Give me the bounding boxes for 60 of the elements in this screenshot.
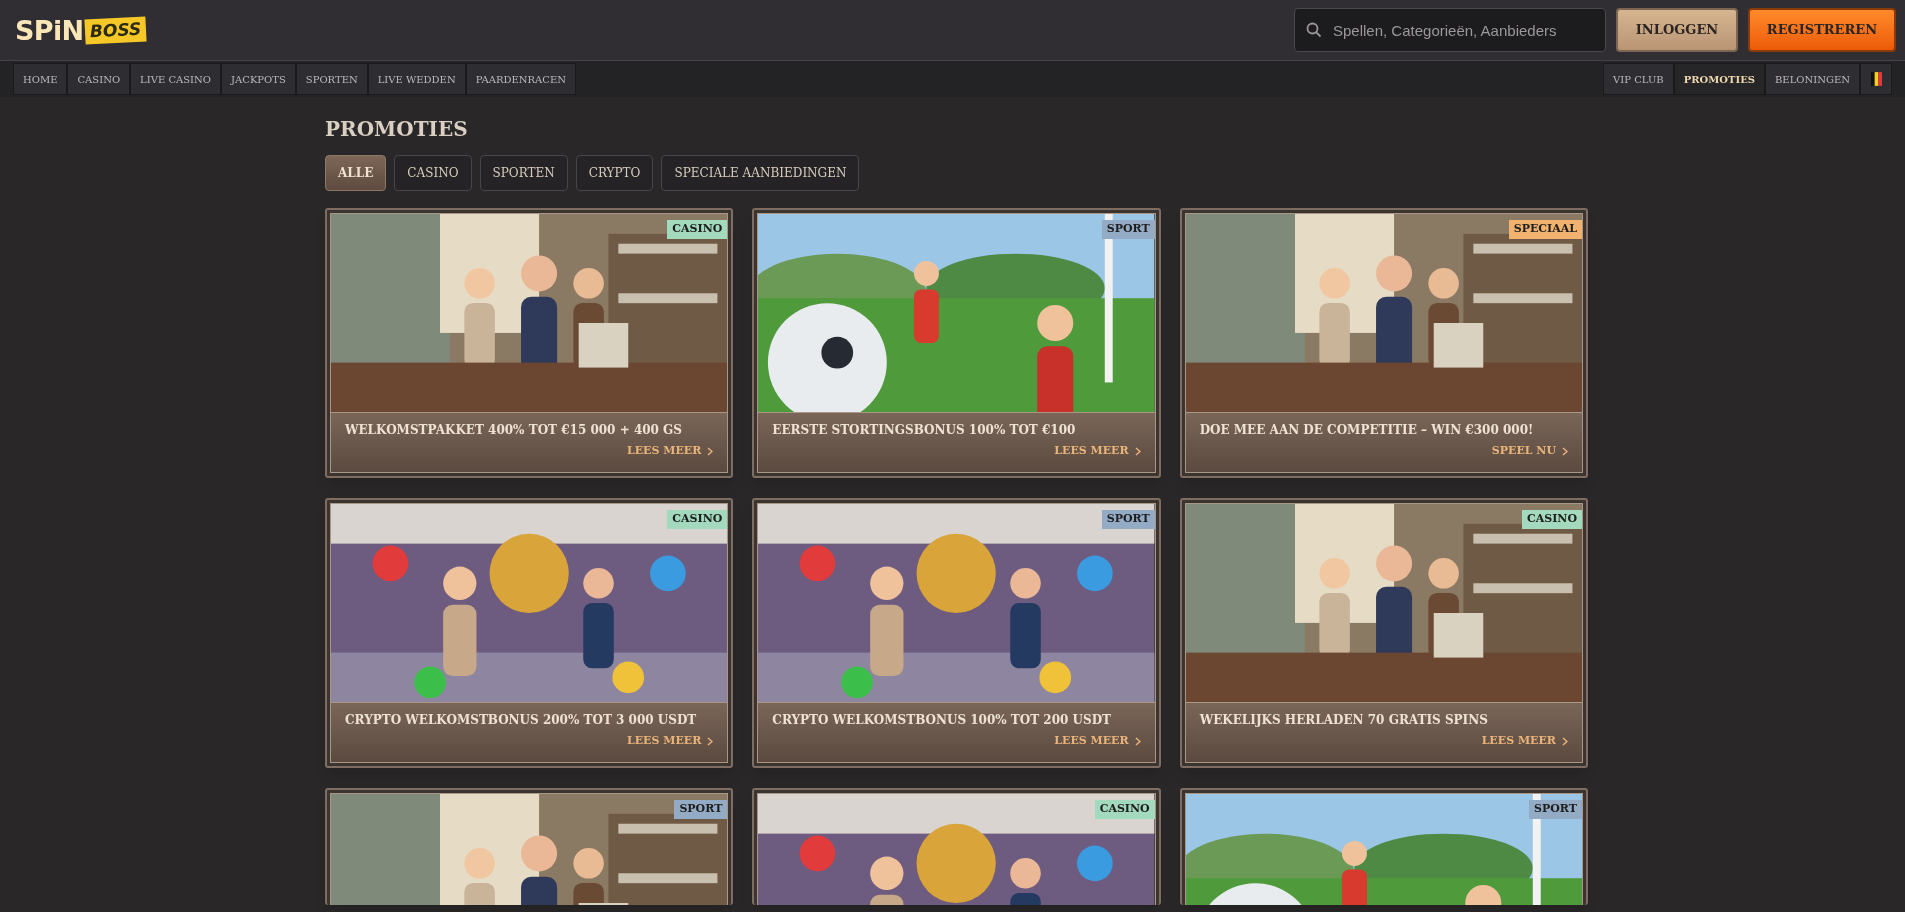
nav-link[interactable]: LIVE WEDDEN [367,63,466,95]
promo-card[interactable]: CASINO CRYPTO WELKOMSTBONUS 200% TOT 3 000 USDT LEES MEER [325,498,734,768]
category-tag: SPORT [1101,220,1155,239]
read-more-link[interactable]: LEES MEER [626,733,714,750]
nav-link[interactable]: LIVE CASINO [130,63,221,95]
category-tag: CASINO [1094,800,1155,819]
flag-icon [1870,72,1882,86]
category-tag: CASINO [667,510,728,529]
read-more-link[interactable]: LEES MEER [626,443,714,460]
nav-link[interactable]: PROMOTIES [1673,63,1765,95]
promo-title: WEKELIJKS HERLADEN 70 GRATIS SPINS [1199,712,1489,729]
nav-link[interactable]: SPORTEN [295,63,368,95]
promo-card[interactable]: SPORT [325,788,734,905]
promo-title: DOE MEE AAN DE COMPETITIE – WIN €300 000! [1199,422,1535,439]
read-more-link[interactable]: SPEEL NU [1491,443,1568,460]
category-tag: SPORT [1529,800,1582,819]
chevron-icon [1562,736,1568,746]
filter-tab[interactable]: CASINO [394,155,472,191]
page-title: PROMOTIES [325,116,469,142]
promo-title: WELKOMSTPAKKET 400% TOT €15 000 + 400 GS [345,422,684,439]
nav-link[interactable]: JACKPOTS [221,63,296,95]
header-button[interactable]: INLOGGEN [1616,8,1738,52]
nav-link[interactable]: BELONINGEN [1765,63,1860,95]
chevron-icon [1562,446,1568,456]
category-tag: SPECIAAL [1508,220,1582,239]
promo-card[interactable]: CASINO WELKOMSTPAKKET 400% TOT €15 000 + 400 GS LEES MEER [325,208,734,478]
chevron-icon [707,736,714,746]
read-more-link[interactable]: LEES MEER [1054,733,1141,750]
promo-card[interactable]: SPORT EERSTE STORTINGSBONUS 100% TOT €100 LEES MEER [752,208,1161,478]
nav-link[interactable]: HOME [13,63,68,95]
filter-tab[interactable]: ALLE [325,155,387,191]
read-more-link[interactable]: LEES MEER [1481,733,1568,750]
logo-text: SPiN [15,16,84,44]
chevron-icon [1134,446,1141,456]
logo-badge: BOSS [84,15,148,45]
filter-tab[interactable]: SPORTEN [479,155,568,191]
promo-card[interactable]: SPECIAAL DOE MEE AAN DE COMPETITIE – WIN €300 000! SPEEL NU [1179,208,1588,478]
search-icon [1306,22,1322,38]
category-tag: SPORT [674,800,728,819]
category-tag: CASINO [667,220,728,239]
promo-title: EERSTE STORTINGSBONUS 100% TOT €100 [772,422,1077,439]
nav-link[interactable]: VIP CLUB [1603,63,1674,95]
search-field[interactable]: Spellen, Categorieën, Aanbieders [1294,8,1606,52]
category-tag: CASINO [1522,510,1582,529]
filter-tab[interactable]: SPECIALE AANBIEDINGEN [661,155,860,191]
nav-link[interactable]: PAARDENRACEN [465,63,576,95]
promo-card[interactable]: SPORT CRYPTO WELKOMSTBONUS 100% TOT 200 USDT LEES MEER [752,498,1161,768]
promo-card[interactable]: CASINO [752,788,1161,905]
promo-card[interactable]: CASINO WEKELIJKS HERLADEN 70 GRATIS SPINS LEES MEER [1179,498,1588,768]
chevron-icon [707,446,714,456]
read-more-link[interactable]: LEES MEER [1054,443,1141,460]
promo-title: CRYPTO WELKOMSTBONUS 100% TOT 200 USDT [772,712,1113,729]
promo-title: CRYPTO WELKOMSTBONUS 200% TOT 3 000 USDT [345,712,698,729]
category-tag: SPORT [1101,510,1155,529]
filter-tab[interactable]: CRYPTO [575,155,654,191]
promo-card[interactable]: SPORT [1179,788,1588,905]
language-button[interactable] [1860,63,1892,95]
nav-link[interactable]: CASINO [67,63,131,95]
chevron-icon [1134,736,1141,746]
header-button[interactable]: REGISTREREN [1748,8,1896,52]
